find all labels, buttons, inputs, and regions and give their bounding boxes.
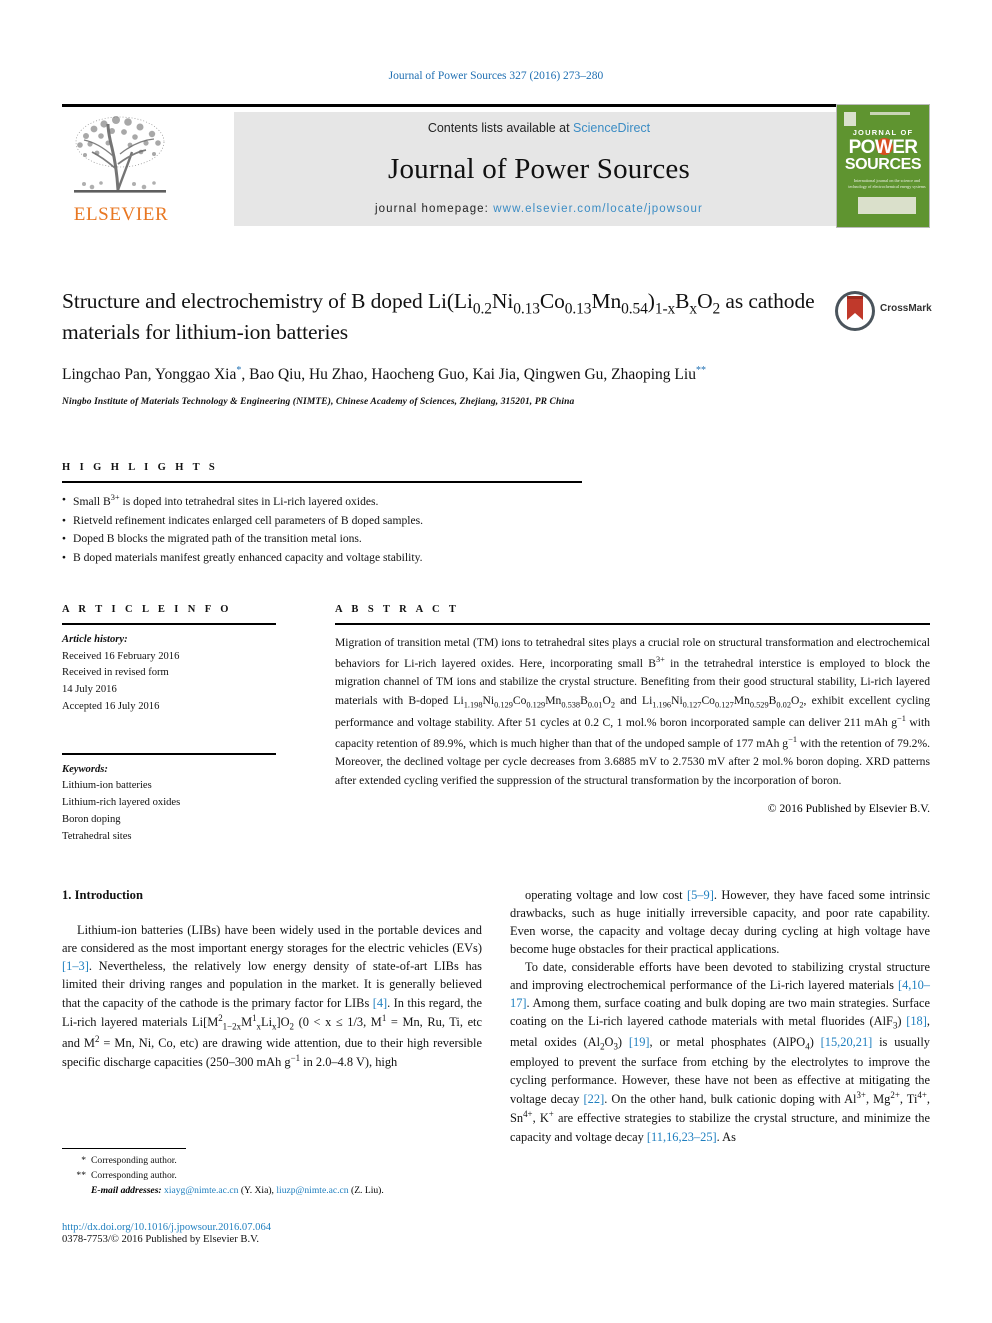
- list-item: Received 16 February 2016: [62, 650, 180, 662]
- issn-copyright-line: 0378-7753/© 2016 Published by Elsevier B…: [62, 1234, 260, 1245]
- article-history-block: Article history: Received 16 February 20…: [62, 632, 276, 716]
- intro-paragraphs-right: operating voltage and low cost [5–9]. Ho…: [510, 886, 930, 1146]
- cover-elsevier-mark-icon: [844, 112, 856, 126]
- keywords-block: Keywords: Lithium-ion batteries Lithium-r…: [62, 762, 276, 846]
- cover-top-rule: [870, 112, 910, 115]
- abstract-rule: [335, 623, 930, 625]
- elsevier-tree-icon: [74, 116, 166, 193]
- email-owner-1: (Y. Xia),: [240, 1184, 274, 1196]
- page-title: Structure and electrochemistry of B dope…: [62, 289, 815, 345]
- paragraph: operating voltage and low cost [5–9]. Ho…: [510, 888, 930, 957]
- article-info-label: A R T I C L E I N F O: [62, 604, 232, 615]
- list-item: Lithium-ion batteries: [62, 780, 152, 792]
- abstract-body: Migration of transition metal (TM) ions …: [335, 636, 931, 788]
- running-head: Journal of Power Sources 327 (2016) 273–…: [388, 70, 604, 82]
- journal-homepage-line: journal homepage: www.elsevier.com/locat…: [375, 203, 703, 215]
- author-list: Lingchao Pan, Yonggao Xia*, Bao Qiu, Hu …: [62, 364, 706, 383]
- cover-line-journal-of: JOURNAL OF: [852, 128, 914, 137]
- cover-artwork: JOURNAL OF POWER SOURCES International j…: [840, 108, 926, 224]
- list-item: Accepted 16 July 2016: [62, 700, 160, 712]
- list-item: Lithium-rich layered oxides: [62, 797, 181, 809]
- abstract-copyright: © 2016 Published by Elsevier B.V.: [767, 801, 930, 815]
- homepage-url-link[interactable]: www.elsevier.com/locate/jpowsour: [493, 203, 703, 215]
- masthead-center-panel: Contents lists available at ScienceDirec…: [234, 112, 844, 226]
- article-info-rule: [62, 623, 276, 625]
- contents-available-line: Contents lists available at ScienceDirec…: [428, 121, 650, 135]
- highlights-list: Small B3+ is doped into tetrahedral site…: [62, 491, 582, 568]
- masthead-top-rule: [62, 104, 844, 107]
- footnote-star-1: *: [81, 1155, 86, 1166]
- footnote-text-1: Corresponding author.: [91, 1155, 177, 1166]
- cover-footer-block: [858, 197, 916, 214]
- journal-article-page: Journal of Power Sources 327 (2016) 273–…: [0, 0, 992, 1323]
- elsevier-wordmark: ELSEVIER: [73, 204, 169, 225]
- footnote-corresponding-author-2: ** Corresponding author.: [62, 1169, 482, 1184]
- elsevier-logo: ELSEVIER: [62, 112, 180, 228]
- paragraph: Lithium-ion batteries (LIBs) have been w…: [62, 923, 483, 1070]
- homepage-prefix: journal homepage:: [375, 203, 494, 215]
- journal-masthead: ELSEVIER Contents lists available at Sci…: [62, 104, 930, 228]
- section-heading-introduction: 1. Introduction: [62, 888, 143, 902]
- highlights-label: H I G H L I G H T S: [62, 462, 219, 473]
- cover-line-sources: SOURCES: [844, 156, 922, 173]
- email-owner-2: (Z. Liu).: [351, 1184, 384, 1196]
- contents-prefix: Contents lists available at: [427, 121, 574, 135]
- footnotes-block: * Corresponding author. ** Corresponding a…: [62, 1148, 482, 1196]
- article-info-section: A R T I C L E I N F O Article history: R…: [62, 604, 276, 845]
- highlights-section: H I G H L I G H T S Small B3+ is doped i…: [62, 462, 582, 568]
- sciencedirect-link[interactable]: ScienceDirect: [573, 121, 650, 135]
- abstract-section: A B S T R A C T Migration of transition …: [335, 604, 930, 815]
- doi-link[interactable]: http://dx.doi.org/10.1016/j.jpowsour.201…: [62, 1222, 482, 1233]
- email-link-2[interactable]: liuzp@nimte.ac.cn: [276, 1185, 348, 1196]
- keywords-list: Lithium-ion batteries Lithium-rich layere…: [62, 778, 276, 845]
- email-addresses-label: E-mail addresses:: [91, 1184, 162, 1196]
- title-block: Structure and electrochemistry of B dope…: [62, 288, 932, 407]
- footer-block: http://dx.doi.org/10.1016/j.jpowsour.201…: [62, 1222, 482, 1245]
- abstract-label: A B S T R A C T: [335, 604, 460, 615]
- list-item: Small B3+ is doped into tetrahedral site…: [62, 491, 582, 512]
- list-item: Rietveld refinement indicates enlarged c…: [62, 512, 582, 531]
- keywords-label: Keywords:: [62, 763, 108, 775]
- article-history-label: Article history:: [62, 634, 128, 645]
- highlights-rule: [62, 481, 582, 483]
- footnote-corresponding-author-1: * Corresponding author.: [62, 1154, 482, 1169]
- list-item: Received in revised form: [62, 667, 169, 679]
- email-link-1[interactable]: xiayg@nimte.ac.cn: [164, 1185, 238, 1196]
- footnote-email-line: E-mail addresses: xiayg@nimte.ac.cn (Y. …: [62, 1185, 482, 1196]
- paragraph: To date, considerable efforts have been …: [510, 960, 930, 1144]
- list-item: Doped B blocks the migrated path of the …: [62, 530, 582, 549]
- list-item: Boron doping: [62, 813, 121, 825]
- list-item: 14 July 2016: [62, 684, 117, 696]
- body-column-right: operating voltage and low cost [5–9]. Ho…: [510, 886, 930, 1146]
- footnote-text-2: Corresponding author.: [91, 1169, 177, 1181]
- affiliation: Ningbo Institute of Materials Technology…: [62, 396, 575, 407]
- cover-blurb: International journal on the science and…: [848, 178, 926, 190]
- article-info-gap: [62, 716, 276, 740]
- keywords-rule: [62, 752, 276, 755]
- intro-paragraphs-left: Lithium-ion batteries (LIBs) have been w…: [62, 921, 482, 1071]
- footnote-rule: [62, 1148, 186, 1149]
- journal-title: Journal of Power Sources: [388, 152, 690, 185]
- crossmark-label: CrossMark: [880, 303, 932, 314]
- list-item: Tetrahedral sites: [62, 830, 132, 842]
- footnote-star-2: **: [76, 1169, 86, 1181]
- crossmark-icon: [835, 291, 875, 331]
- journal-cover-thumbnail: JOURNAL OF POWER SOURCES International j…: [836, 104, 930, 228]
- list-item: B doped materials manifest greatly enhan…: [62, 549, 582, 568]
- crossmark-badge[interactable]: CrossMark: [834, 290, 932, 332]
- article-history-lines: Received 16 February 2016 Received in rev…: [62, 649, 276, 716]
- body-column-left: 1. Introduction Lithium-ion batteries (L…: [62, 886, 482, 1071]
